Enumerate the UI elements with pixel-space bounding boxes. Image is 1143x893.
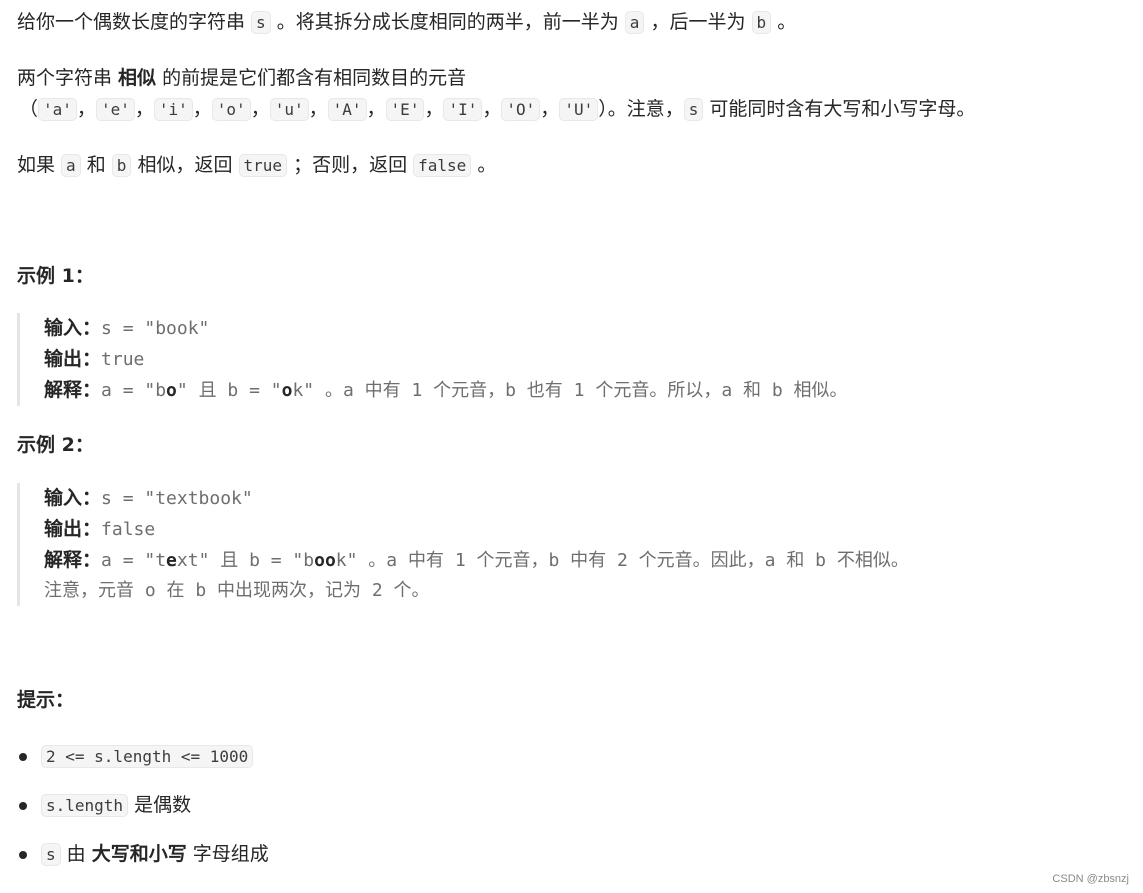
example-1-input: 输入：s = "book": [44, 317, 210, 339]
separator: ，: [424, 98, 444, 120]
vowel-code: 'E': [385, 98, 425, 121]
inline-code: s.length: [41, 794, 129, 817]
example-2-explanation: 解释：a = "text" 且 b = "book" 。a 中有 1 个元音，b…: [44, 549, 909, 571]
vowel-code: 'O': [501, 98, 541, 121]
vowel-code: 'a': [38, 98, 77, 121]
separator: ，: [366, 98, 386, 120]
separator: ，: [250, 98, 270, 120]
strong-text: 相似: [118, 67, 157, 89]
example-2-heading: 示例 2：: [17, 434, 94, 456]
separator: ，: [482, 98, 502, 120]
inline-code: s: [251, 11, 271, 34]
inline-code: a: [61, 154, 81, 177]
watermark: CSDN @zbsnzj: [1052, 873, 1129, 885]
vowel-code: 'e': [95, 98, 135, 121]
vowel-code: 'o': [211, 98, 251, 121]
example-2-output: 输出：false: [44, 518, 156, 540]
example-1-explanation: 解释：a = "bo" 且 b = "ok" 。a 中有 1 个元音，b 也有 …: [44, 379, 848, 401]
inline-code: s: [683, 98, 704, 121]
hint-item: s 由 大写和小写 字母组成: [17, 840, 269, 889]
example-2-note: 注意，元音 o 在 b 中出现两次，记为 2 个。: [44, 580, 430, 601]
vowel-code: 'A': [327, 98, 367, 121]
intro-line-1: 给你一个偶数长度的字符串 s 。将其拆分成长度相同的两半，前一半为 a ，后一半…: [17, 11, 797, 34]
inline-code: b: [111, 154, 132, 177]
vowel-list: 'a'，'e'，'i'，'o'，'u'， 'A'， 'E'， 'I'， 'O'， 'U': [38, 98, 599, 121]
vowel-code: 'u': [269, 98, 309, 121]
inline-code: a: [624, 11, 645, 34]
hint-item: 2 <= s.length <= 1000: [17, 742, 269, 791]
separator: ，: [308, 98, 328, 120]
intro-line-4: 如果 a 和 b 相似，返回 true ；否则，返回 false 。: [17, 154, 497, 177]
inline-code: false: [413, 154, 472, 177]
vowel-code: 'i': [153, 98, 193, 121]
intro-line-3: （'a'，'e'，'i'，'o'，'u'， 'A'， 'E'， 'I'， 'O'， 'U'…: [19, 98, 976, 121]
example-2-block: 输入：s = "textbook" 输出：false 解释：a = "text"…: [17, 483, 909, 606]
separator: ，: [76, 98, 96, 120]
inline-code: b: [751, 11, 772, 34]
separator: ，: [192, 98, 212, 120]
vowel-code: 'U': [559, 98, 599, 121]
inline-code: 2 <= s.length <= 1000: [41, 745, 254, 768]
example-1-heading: 示例 1：: [17, 265, 94, 287]
inline-code: s: [41, 843, 61, 866]
example-1-output: 输出：true: [44, 348, 145, 370]
example-2-input: 输入：s = "textbook": [44, 487, 253, 509]
separator: ，: [134, 98, 154, 120]
strong-text: 大写和小写: [91, 843, 187, 865]
vowel-code: 'I': [443, 98, 483, 121]
intro-line-2: 两个字符串 相似 的前提是它们都含有相同数目的元音: [17, 67, 467, 89]
separator: ，: [540, 98, 560, 120]
inline-code: true: [238, 154, 288, 177]
hints-list: 2 <= s.length <= 1000 s.length 是偶数 s 由 大…: [17, 742, 269, 889]
hint-item: s.length 是偶数: [17, 791, 269, 840]
example-1-block: 输入：s = "book" 输出：true 解释：a = "bo" 且 b = …: [17, 313, 848, 406]
hints-heading: 提示：: [17, 689, 75, 711]
